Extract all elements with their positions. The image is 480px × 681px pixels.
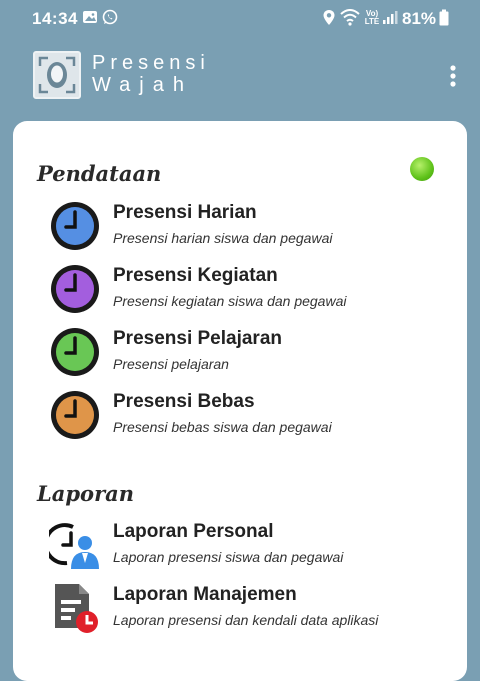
item-subtitle: Presensi kegiatan siswa dan pegawai	[113, 293, 347, 309]
app-title: Presensi Wajah	[92, 52, 210, 96]
menu-item-presensi-harian[interactable]: Presensi Harian Presensi harian siswa da…	[47, 200, 457, 256]
section-title-laporan: Laporan	[37, 481, 135, 506]
clock-purple-icon	[51, 265, 99, 313]
battery-icon	[439, 9, 449, 26]
signal-icon	[383, 11, 398, 24]
wifi-icon	[340, 9, 360, 26]
clock-green-icon	[51, 328, 99, 376]
battery-percentage: 81%	[402, 9, 437, 28]
item-subtitle: Presensi pelajaran	[113, 356, 229, 372]
item-subtitle: Laporan presensi dan kendali data aplika…	[113, 612, 379, 628]
section-title-pendataan: Pendataan	[37, 161, 162, 186]
app-bar: Presensi Wajah	[0, 36, 480, 120]
item-title: Presensi Bebas	[113, 391, 255, 412]
item-title: Laporan Manajemen	[113, 584, 297, 605]
lte-label: Vo) LTE	[364, 9, 380, 26]
menu-item-presensi-bebas[interactable]: Presensi Bebas Presensi bebas siswa dan …	[47, 389, 457, 445]
item-title: Presensi Harian	[113, 202, 257, 223]
face-logo-icon	[33, 51, 81, 99]
app-title-line1: Presensi	[92, 52, 210, 74]
item-title: Presensi Pelajaran	[113, 328, 282, 349]
whatsapp-icon	[102, 9, 118, 25]
document-clock-icon	[55, 584, 98, 633]
menu-item-presensi-pelajaran[interactable]: Presensi Pelajaran Presensi pelajaran	[47, 326, 457, 382]
clock-orange-icon	[51, 391, 99, 439]
clock-blue-icon	[51, 202, 99, 250]
item-subtitle: Presensi bebas siswa dan pegawai	[113, 419, 332, 435]
item-subtitle: Laporan presensi siswa dan pegawai	[113, 549, 344, 565]
menu-item-laporan-manajemen[interactable]: Laporan Manajemen Laporan presensi dan k…	[47, 582, 457, 638]
menu-item-laporan-personal[interactable]: Laporan Personal Laporan presensi siswa …	[47, 519, 457, 575]
status-time: 14:34	[32, 9, 78, 28]
item-title: Presensi Kegiatan	[113, 265, 278, 286]
connection-status-dot	[410, 157, 434, 181]
more-options-icon[interactable]	[446, 64, 460, 88]
location-icon	[323, 10, 335, 25]
app-title-line2: Wajah	[92, 74, 193, 96]
person-clock-icon	[49, 523, 99, 569]
item-title: Laporan Personal	[113, 521, 274, 542]
status-bar: 14:34 Vo) LTE 81%	[0, 0, 480, 36]
main-card: Pendataan Presensi Harian Presensi haria…	[13, 121, 467, 681]
item-subtitle: Presensi harian siswa dan pegawai	[113, 230, 333, 246]
menu-item-presensi-kegiatan[interactable]: Presensi Kegiatan Presensi kegiatan sisw…	[47, 263, 457, 319]
gallery-icon	[83, 11, 97, 23]
